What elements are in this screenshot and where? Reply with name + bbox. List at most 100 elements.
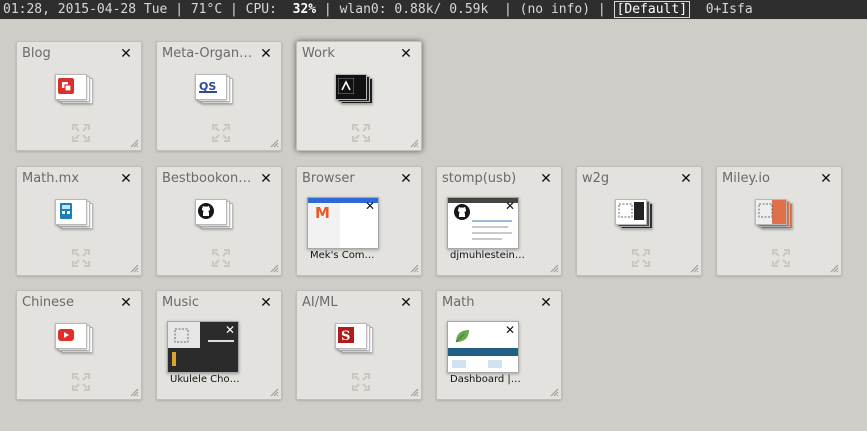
resize-handle-icon[interactable] <box>270 264 279 273</box>
resize-handle-icon[interactable] <box>550 388 559 397</box>
tab-thumbnail[interactable]: ✕ <box>447 321 519 373</box>
tab-stack[interactable] <box>755 199 795 229</box>
qs-icon: QS <box>199 80 217 93</box>
tab-group-music[interactable]: Music ✕ ✕ Ukulele Cho… <box>156 290 282 400</box>
close-icon[interactable]: ✕ <box>540 172 552 186</box>
tab-stack[interactable] <box>195 199 235 229</box>
blank-page-icon <box>174 328 189 343</box>
tab-label: Ukulele Cho… <box>170 374 240 385</box>
tab-group-blog[interactable]: Blog ✕ <box>16 41 142 151</box>
close-icon[interactable]: ✕ <box>540 296 552 310</box>
expand-icon[interactable] <box>352 373 370 391</box>
tab-group-stomp-usb[interactable]: stomp(usb) ✕ ✕ djmuhlestein… <box>436 166 562 276</box>
group-title[interactable]: AI/ML <box>302 295 394 310</box>
expand-icon[interactable] <box>72 249 90 267</box>
close-icon[interactable]: ✕ <box>120 172 132 186</box>
tab-stack[interactable]: S <box>335 323 375 353</box>
github-icon <box>454 204 470 220</box>
tab-group-work[interactable]: Work ✕ <box>296 41 422 151</box>
close-icon[interactable]: ✕ <box>680 172 692 186</box>
close-icon[interactable]: ✕ <box>400 47 412 61</box>
tab-label: djmuhlestein… <box>450 250 525 261</box>
tab-label: Dashboard |… <box>450 374 521 385</box>
tab-group-math[interactable]: Math ✕ ✕ Dashboard |… <box>436 290 562 400</box>
close-tab-icon[interactable]: ✕ <box>505 200 515 212</box>
group-title[interactable]: Work <box>302 46 394 61</box>
datetime: 01:28, 2015-04-28 Tue <box>3 2 168 17</box>
close-tab-icon[interactable]: ✕ <box>225 324 235 336</box>
close-icon[interactable]: ✕ <box>260 296 272 310</box>
expand-icon[interactable] <box>352 124 370 142</box>
tab-group-ai-ml[interactable]: AI/ML ✕ S <box>296 290 422 400</box>
close-icon[interactable]: ✕ <box>400 296 412 310</box>
leaf-icon <box>455 330 469 343</box>
youtube-icon <box>58 329 74 341</box>
resize-handle-icon[interactable] <box>270 388 279 397</box>
close-icon[interactable]: ✕ <box>820 172 832 186</box>
wlan-label: wlan0: <box>339 2 387 17</box>
tab-stack[interactable]: QS <box>195 74 235 104</box>
tab-thumbnail[interactable]: M ✕ <box>307 197 379 249</box>
extra-text: 0+Isfa <box>705 2 753 17</box>
tab-group-bestbookon[interactable]: Bestbookon… ✕ <box>156 166 282 276</box>
group-title[interactable]: Math.mx <box>22 171 114 186</box>
resize-handle-icon[interactable] <box>270 139 279 148</box>
tab-stack[interactable] <box>335 74 375 104</box>
tab-group-miley-io[interactable]: Miley.io ✕ <box>716 166 842 276</box>
group-title[interactable]: stomp(usb) <box>442 171 534 186</box>
resize-handle-icon[interactable] <box>830 264 839 273</box>
pdf-icon <box>58 78 74 94</box>
group-title[interactable]: w2g <box>582 171 674 186</box>
tab-group-meta-organ[interactable]: Meta-Organ… ✕ QS <box>156 41 282 151</box>
tab-thumbnail[interactable]: ✕ <box>167 321 239 373</box>
wlan-down: 0.88k/ <box>394 2 442 17</box>
expand-icon[interactable] <box>632 249 650 267</box>
tab-group-chinese[interactable]: Chinese ✕ <box>16 290 142 400</box>
resize-handle-icon[interactable] <box>550 264 559 273</box>
group-title[interactable]: Meta-Organ… <box>162 46 254 61</box>
blank-page-icon <box>758 203 773 218</box>
resize-handle-icon[interactable] <box>410 388 419 397</box>
resize-handle-icon[interactable] <box>410 264 419 273</box>
resize-handle-icon[interactable] <box>130 139 139 148</box>
resize-handle-icon[interactable] <box>130 388 139 397</box>
group-title[interactable]: Blog <box>22 46 114 61</box>
m-logo-icon: M <box>315 204 330 220</box>
group-title[interactable]: Miley.io <box>722 171 814 186</box>
group-title[interactable]: Bestbookon… <box>162 171 254 186</box>
tab-group-browser[interactable]: Browser ✕ M ✕ Mek's Com… <box>296 166 422 276</box>
resize-handle-icon[interactable] <box>410 139 419 148</box>
tab-stack[interactable] <box>55 323 95 353</box>
expand-icon[interactable] <box>212 249 230 267</box>
tab-stack[interactable] <box>55 199 95 229</box>
temperature: 71°C <box>190 2 223 17</box>
s-logo-icon: S <box>338 327 354 343</box>
tab-stack[interactable] <box>615 199 655 229</box>
expand-icon[interactable] <box>212 124 230 142</box>
group-title[interactable]: Math <box>442 295 534 310</box>
close-icon[interactable]: ✕ <box>120 47 132 61</box>
svg-text:M: M <box>315 204 330 220</box>
tab-label: Mek's Com… <box>310 250 375 261</box>
resize-handle-icon[interactable] <box>130 264 139 273</box>
tab-stack[interactable] <box>55 74 95 104</box>
group-title[interactable]: Browser <box>302 171 394 186</box>
layout-indicator[interactable]: [Default] <box>613 1 691 18</box>
close-icon[interactable]: ✕ <box>400 172 412 186</box>
expand-icon[interactable] <box>772 249 790 267</box>
resize-handle-icon[interactable] <box>690 264 699 273</box>
expand-icon[interactable] <box>72 124 90 142</box>
close-tab-icon[interactable]: ✕ <box>365 200 375 212</box>
blank-page-icon <box>618 203 633 218</box>
group-title[interactable]: Chinese <box>22 295 114 310</box>
group-title[interactable]: Music <box>162 295 254 310</box>
close-icon[interactable]: ✕ <box>260 47 272 61</box>
close-icon[interactable]: ✕ <box>260 172 272 186</box>
info-text: (no info) <box>519 2 591 17</box>
tab-group-math-mx[interactable]: Math.mx ✕ <box>16 166 142 276</box>
expand-icon[interactable] <box>72 373 90 391</box>
close-tab-icon[interactable]: ✕ <box>505 324 515 336</box>
close-icon[interactable]: ✕ <box>120 296 132 310</box>
tab-thumbnail[interactable]: ✕ <box>447 197 519 249</box>
tab-group-w2g[interactable]: w2g ✕ <box>576 166 702 276</box>
